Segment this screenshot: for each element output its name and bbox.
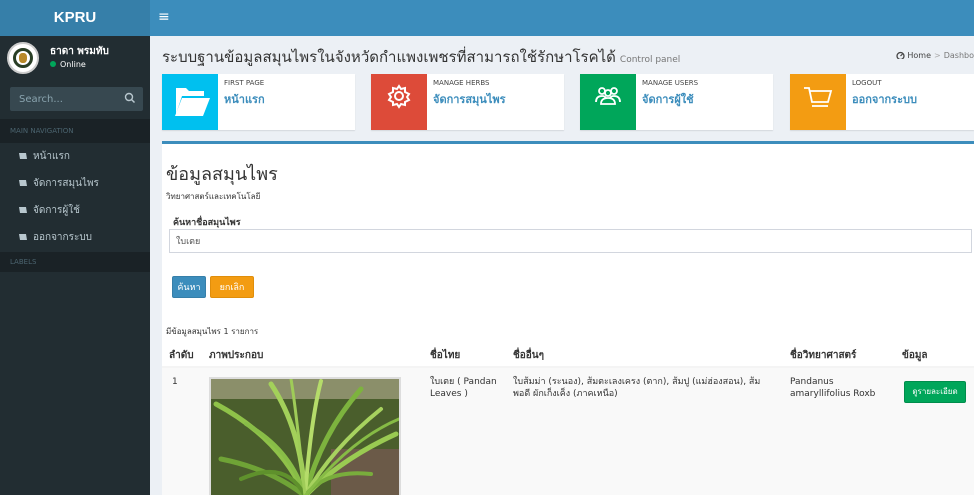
sidebar-item-label: จัดการผู้ใช้ <box>33 205 80 216</box>
sidebar-item-manage-users[interactable]: จัดการผู้ใช้ <box>0 197 150 224</box>
sidebar-item-manage-herbs[interactable]: จัดการสมุนไพร <box>0 170 150 197</box>
page-title: ระบบฐานข้อมูลสมุนไพรในจังหวัดกำแพงเพชรที… <box>162 45 680 69</box>
nav-header: MAIN NAVIGATION <box>0 119 150 143</box>
search-button[interactable]: ค้นหา <box>172 276 206 298</box>
cart-icon <box>804 87 833 107</box>
info-box-caption: LOGOUT <box>852 79 882 87</box>
breadcrumb-current: Dashbo <box>943 51 974 60</box>
info-box-logout[interactable]: LOGOUT ออกจากระบบ <box>790 74 974 130</box>
info-box-manage-herbs[interactable]: MANAGE HERBS จัดการสมุนไพร <box>371 74 564 130</box>
info-box-caption: MANAGE USERS <box>642 79 699 87</box>
search-icon[interactable] <box>123 91 137 105</box>
column-header-detail: ข้อมูล <box>902 350 928 361</box>
breadcrumb: Home > Dashbo <box>896 51 974 61</box>
column-header-scientific-name: ชื่อวิทยาศาสตร์ <box>790 350 857 361</box>
info-box-title: จัดการผู้ใช้ <box>642 93 694 106</box>
info-box-title: จัดการสมุนไพร <box>433 93 506 106</box>
info-box-caption: MANAGE HERBS <box>433 79 490 87</box>
sidebar-item-logout[interactable]: ออกจากระบบ <box>0 224 150 251</box>
info-box-icon-bg <box>580 74 636 130</box>
book-icon <box>19 153 27 159</box>
column-header-other-names: ชื่ออื่นๆ <box>513 350 545 361</box>
table-header: ลำดับ ภาพประกอบ ชื่อไทย ชื่ออื่นๆ ชื่อวิ… <box>162 343 974 368</box>
sidebar: ธาดา พรมทับ Online MAIN NAVIGATION หน้าแ… <box>0 36 150 495</box>
book-icon <box>19 180 27 186</box>
nav-list: หน้าแรก จัดการสมุนไพร จัดการผู้ใช้ ออกจา… <box>0 143 150 251</box>
info-box-caption: FIRST PAGE <box>224 79 265 87</box>
online-dot-icon <box>50 61 56 67</box>
folder-open-icon <box>175 88 210 116</box>
row-other-names: ใบส้มม่า (ระนอง), ส้มตะเลงเครง (ตาก), ส้… <box>513 377 761 399</box>
top-navbar: ≡ <box>150 0 974 36</box>
user-avatar <box>7 42 39 74</box>
sidebar-item-label: หน้าแรก <box>33 151 70 162</box>
herb-search-input[interactable] <box>169 229 972 253</box>
page-title-text: ระบบฐานข้อมูลสมุนไพรในจังหวัดกำแพงเพชรที… <box>162 48 616 66</box>
gear-icon <box>387 84 411 109</box>
result-count: มีข้อมูลสมุนไพร 1 รายการ <box>166 327 259 336</box>
box-subtitle: วิทยาศาสตร์และเทคโนโลยี <box>166 192 261 201</box>
info-box-icon-bg <box>162 74 218 130</box>
column-header-thai-name: ชื่อไทย <box>430 350 461 361</box>
user-name: ธาดา พรมทับ <box>50 46 109 57</box>
users-icon <box>595 87 621 105</box>
menu-toggle-icon[interactable]: ≡ <box>158 10 172 24</box>
sidebar-item-home[interactable]: หน้าแรก <box>0 143 150 170</box>
cancel-button[interactable]: ยกเลิก <box>210 276 254 298</box>
book-icon <box>19 234 27 240</box>
info-box-manage-users[interactable]: MANAGE USERS จัดการผู้ใช้ <box>580 74 773 130</box>
labels-header: LABELS <box>0 252 150 272</box>
box-title: ข้อมูลสมุนไพร <box>166 164 278 185</box>
info-box-first-page[interactable]: FIRST PAGE หน้าแรก <box>162 74 355 130</box>
user-panel: ธาดา พรมทับ Online <box>0 36 150 80</box>
row-scientific-name: Pandanus amaryllifolius Roxb <box>790 377 876 399</box>
user-status-label: Online <box>60 60 86 69</box>
pandan-leaves-image <box>211 379 399 495</box>
herb-data-box: ข้อมูลสมุนไพร วิทยาศาสตร์และเทคโนโลยี ค้… <box>162 141 974 495</box>
sidebar-search <box>10 87 143 111</box>
sidebar-item-label: จัดการสมุนไพร <box>33 178 99 189</box>
herb-image <box>209 377 401 495</box>
breadcrumb-separator: > <box>934 51 941 60</box>
info-box-icon-bg <box>790 74 846 130</box>
sidebar-search-input[interactable] <box>10 87 118 111</box>
row-index: 1 <box>172 377 178 387</box>
info-box-title: ออกจากระบบ <box>852 93 917 106</box>
user-status: Online <box>50 60 86 69</box>
book-icon <box>19 207 27 213</box>
column-header-image: ภาพประกอบ <box>209 350 264 361</box>
info-box-icon-bg <box>371 74 427 130</box>
view-detail-button[interactable]: ดูรายละเอียด <box>904 381 966 403</box>
column-header-index: ลำดับ <box>169 350 194 361</box>
info-box-title: หน้าแรก <box>224 93 265 106</box>
sidebar-item-label: ออกจากระบบ <box>33 232 93 243</box>
table-row: 1 ใบเตย (Pandan Leaves) ใบส้มม่า (ระนอ… <box>162 368 974 495</box>
app-logo[interactable]: KPRU <box>0 0 150 36</box>
page-subtitle: Control panel <box>619 55 681 65</box>
search-label: ค้นหาชื่อสมุนไพร <box>173 218 241 228</box>
breadcrumb-home-link[interactable]: Home <box>907 51 931 60</box>
dashboard-icon <box>896 51 906 61</box>
row-thai-name: ใบเตย ( Pandan Leaves ) <box>430 377 497 399</box>
